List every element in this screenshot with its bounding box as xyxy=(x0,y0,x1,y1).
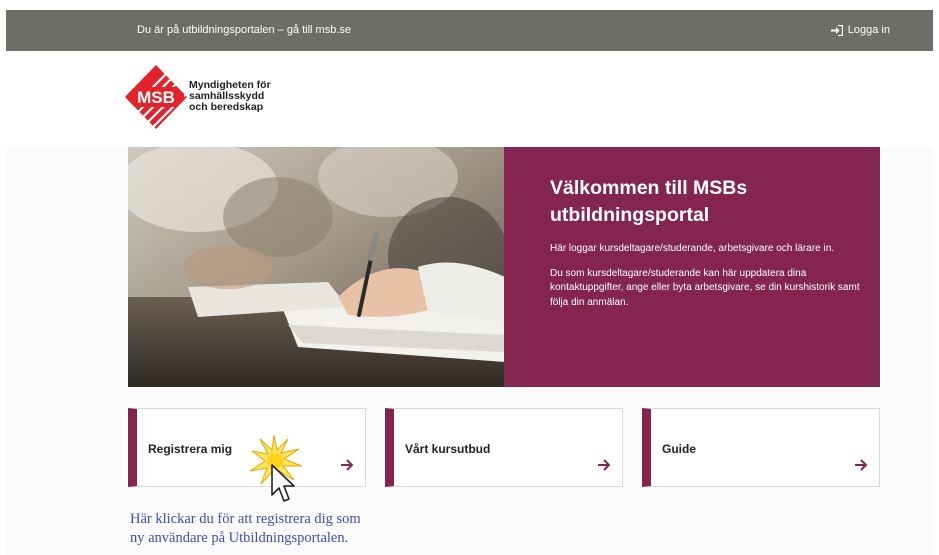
logo-mark-text: MSB xyxy=(137,88,175,107)
logo-agency-name: Myndigheten för samhällsskydd och bereds… xyxy=(189,80,271,113)
page-frame: Du är på utbildningsportalen – gå till m… xyxy=(6,10,933,555)
annotation-line: ny användare på Utbildningsportalen. xyxy=(130,529,349,546)
top-bar: Du är på utbildningsportalen – gå till m… xyxy=(6,10,933,51)
guide-card-label: Guide xyxy=(662,442,697,456)
annotation-line: Här klickar du för att registrera dig so… xyxy=(130,511,361,527)
hero-banner: Välkommen till MSBs utbildningsportal Hä… xyxy=(128,147,880,387)
logo-name-line: och beredskap xyxy=(189,101,264,113)
msb-logo[interactable]: MSB xyxy=(124,64,188,130)
hero-title-line: utbildningsportal xyxy=(550,204,710,226)
login-button[interactable]: Logga in xyxy=(830,24,890,36)
register-card-label: Registrera mig xyxy=(148,442,233,456)
hero-title: Välkommen till MSBs utbildningsportal xyxy=(550,175,860,229)
click-highlight-cursor-icon xyxy=(250,435,302,502)
annotation-caption: Här klickar du för att registrera dig so… xyxy=(130,510,361,547)
course-offer-card[interactable]: Vårt kursutbud xyxy=(385,408,623,487)
guide-card[interactable]: Guide xyxy=(642,408,880,487)
login-icon xyxy=(830,24,843,36)
hero-title-line: Välkommen till MSBs xyxy=(550,177,748,199)
hero-paragraph: Du som kursdeltagare/studerande kan här … xyxy=(550,267,860,308)
register-card[interactable]: Registrera mig xyxy=(128,408,366,487)
hero-paragraph: Här loggar kursdeltagare/studerande, arb… xyxy=(550,243,835,254)
hero-image xyxy=(128,147,505,387)
hero-welcome-panel: Välkommen till MSBs utbildningsportal Hä… xyxy=(504,147,880,387)
msb-portal-link[interactable]: Du är på utbildningsportalen – gå till m… xyxy=(137,24,351,36)
arrow-right-icon xyxy=(341,459,354,471)
login-label: Logga in xyxy=(847,24,890,36)
arrow-right-icon xyxy=(598,459,611,471)
arrow-right-icon xyxy=(855,459,868,471)
course-offer-card-label: Vårt kursutbud xyxy=(405,442,491,456)
site-header: MSB Myndigheten för samhällsskydd och be… xyxy=(6,51,933,147)
